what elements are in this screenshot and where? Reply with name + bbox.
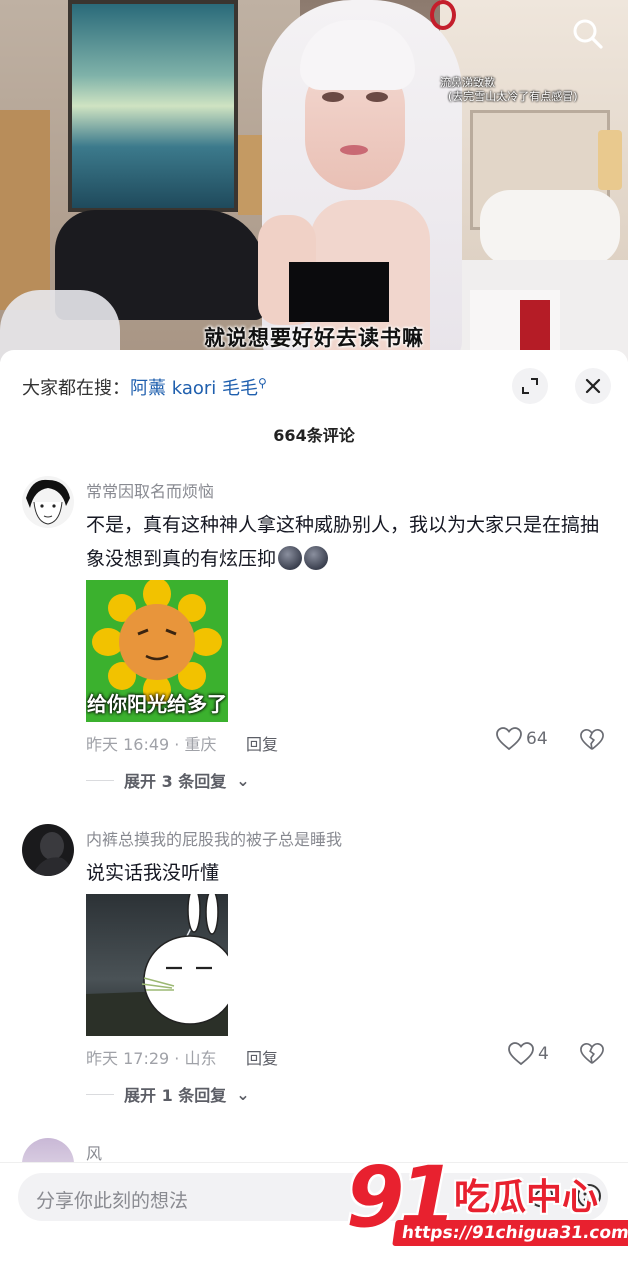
search-icon [573,19,603,49]
like-count: 64 [526,729,548,749]
comment-text: 说实话我没听懂 [86,862,220,884]
comment-item: 内裤总摸我的屁股我的被子总是睡我 说实话我没听懂 昨天 17:29 · 山东 回… [0,824,628,1124]
avatar[interactable] [22,824,74,876]
comment-body: 不是，真有这种神人拿这种威胁别人，我以为大家只是在搞抽象没想到真的有炫压抑 [86,514,600,570]
video-caption: 流鼻涕致歉 (去完雪山太冷了有点感冒) [440,76,610,104]
chevron-down-icon: ⌄ [236,770,250,790]
avatar-image [22,824,74,876]
censor-block [289,262,389,322]
avatar[interactable] [22,476,74,528]
comment-username[interactable]: 风 [86,1140,102,1164]
red-ribbon [430,0,456,30]
comment-meta: 昨天 17:29 · 山东 [86,1049,217,1068]
sticker-image[interactable]: 给你阳光给多了 [86,580,228,722]
like-button[interactable]: 64 [496,727,548,751]
sheet-header: 大家都在搜：阿薰 kaori 毛毛⚲ [0,350,628,420]
reply-button[interactable]: 回复 [246,731,278,755]
pillow [480,190,620,265]
input-placeholder: 分享你此刻的想法 [36,1190,189,1212]
like-button[interactable]: 4 [508,1042,549,1066]
search-small-icon: ⚲ [258,376,267,390]
like-count: 4 [538,1044,549,1064]
heart-icon [508,1042,534,1066]
comment-item: 常常因取名而烦恼 不是，真有这种神人拿这种威胁别人，我以为大家只是在搞抽象没想到… [0,476,628,796]
comment-sheet: 大家都在搜：阿薰 kaori 毛毛⚲ 664条评论 常常因取名而烦恼 不是，真有… [0,350,628,1280]
emoji-icon [304,546,329,570]
video-subtitle: 就说想要好好去读书嘛 [204,326,424,350]
cardboard-boxes [0,110,50,310]
reply-button[interactable]: 回复 [246,1045,278,1069]
heart-icon [496,727,522,751]
close-button[interactable] [575,368,611,404]
comment-count: 664条评论 [273,426,355,445]
expand-replies-button[interactable]: 展开 1 条回复 ⌄ [86,1082,250,1106]
expand-replies-label: 展开 3 条回复 [124,772,227,791]
chevron-down-icon: ⌄ [236,1084,250,1104]
video-player[interactable]: 流鼻涕致歉 (去完雪山太冷了有点感冒) 就说想要好好去读书嘛 [0,0,628,362]
expand-replies-button[interactable]: 展开 3 条回复 ⌄ [86,768,250,792]
watermark-url: https://91chigua31.com [392,1220,628,1246]
watermark-name: 吃瓜中心 [454,1177,599,1218]
sticker-caption: 给你阳光给多了 [87,692,227,716]
person-eye [366,92,388,102]
dislike-button[interactable] [580,728,604,752]
avatar-image [22,476,74,528]
rabbit-sticker [86,894,228,1036]
divider-line [86,1093,114,1095]
comment-meta: 昨天 16:49 · 重庆 [86,735,217,754]
broken-heart-icon [580,1043,604,1064]
emoji-icon [278,546,303,570]
watermark-logo: 91 吃瓜中心 https://91chigua31.com [346,1148,628,1258]
expand-replies-label: 展开 1 条回复 [124,1086,227,1105]
comment-text: 不是，真有这种神人拿这种威胁别人，我以为大家只是在搞抽象没想到真的有炫压抑 [86,508,601,576]
caption-line-1: 流鼻涕致歉 [440,76,495,89]
fullscreen-button[interactable] [512,368,548,404]
trending-query-link[interactable]: 阿薰 kaori 毛毛 [130,378,258,399]
caption-line-2: (去完雪山太冷了有点感冒) [448,90,578,103]
broken-heart-icon [580,729,604,750]
person-lips [340,145,368,155]
comment-username[interactable]: 内裤总摸我的屁股我的被子总是睡我 [86,826,342,850]
search-button[interactable] [568,14,608,54]
person-eye [322,92,344,102]
expand-icon [522,378,538,394]
wall-painting [68,0,238,212]
trending-prefix: 大家都在搜： [22,378,130,399]
trending-search[interactable]: 大家都在搜：阿薰 kaori 毛毛⚲ [22,374,267,400]
divider-line [86,779,114,781]
dislike-button[interactable] [580,1042,604,1066]
wall-lamp [598,130,622,190]
comment-username[interactable]: 常常因取名而烦恼 [86,478,214,502]
sticker-image[interactable] [86,894,228,1036]
close-icon [585,378,601,394]
